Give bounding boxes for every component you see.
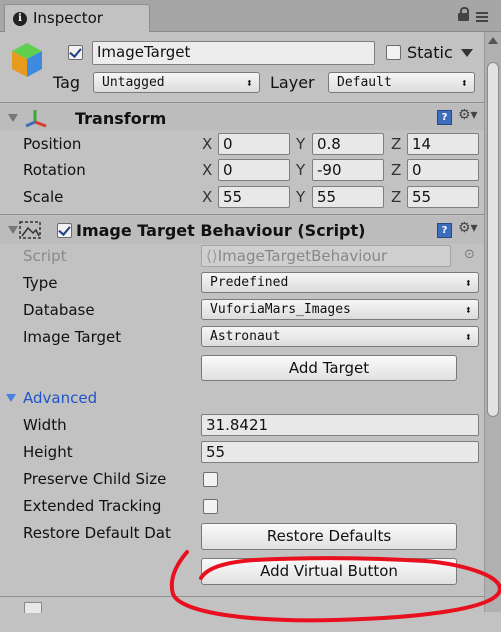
- rotation-x-input[interactable]: 0: [218, 159, 290, 181]
- behaviour-enabled-checkbox[interactable]: [57, 223, 72, 238]
- chevron-updown-icon: ⬍: [464, 303, 472, 317]
- script-value: ImageTargetBehaviour: [217, 247, 388, 265]
- scrollbar[interactable]: [484, 32, 501, 612]
- layer-value: Default: [337, 75, 392, 90]
- extended-tracking-checkbox[interactable]: [203, 499, 218, 514]
- type-label: Type: [23, 274, 58, 292]
- chevron-updown-icon: ⬍: [464, 330, 472, 344]
- database-label: Database: [23, 301, 95, 319]
- axis-x-label: X: [202, 161, 213, 179]
- tab-inspector-label: Inspector: [33, 9, 103, 27]
- type-dropdown[interactable]: Predefined ⬍: [201, 272, 479, 293]
- next-component-icon: [24, 602, 42, 613]
- help-icon[interactable]: ?: [437, 110, 452, 125]
- info-icon: i: [13, 12, 27, 26]
- position-label: Position: [23, 135, 82, 153]
- axis-y-label: Y: [296, 161, 306, 179]
- static-dropdown-icon[interactable]: [461, 49, 473, 57]
- tag-label: Tag: [53, 73, 81, 92]
- layer-label: Layer: [270, 73, 315, 92]
- position-z-input[interactable]: 14: [407, 133, 479, 155]
- rotation-label: Rotation: [23, 161, 86, 179]
- scroll-thumb[interactable]: [487, 62, 499, 417]
- image-target-value: Astronaut: [210, 329, 281, 344]
- chevron-updown-icon: ⬍: [245, 76, 253, 90]
- restore-defaults-button[interactable]: Restore Defaults: [201, 523, 457, 550]
- tab-bar: i Inspector: [0, 0, 501, 32]
- menu-icon[interactable]: [476, 12, 488, 22]
- chevron-updown-icon: ⬍: [464, 276, 472, 290]
- transform-header[interactable]: [0, 104, 484, 130]
- cube-icon: [12, 43, 42, 77]
- axis-z-label: Z: [391, 188, 402, 206]
- script-icon: [19, 221, 41, 239]
- advanced-foldout[interactable]: Advanced: [23, 389, 97, 407]
- axis-x-label: X: [202, 188, 213, 206]
- foldout-arrow-icon[interactable]: [8, 226, 18, 234]
- layer-dropdown[interactable]: Default ⬍: [328, 72, 475, 93]
- preserve-child-size-checkbox[interactable]: [203, 472, 218, 487]
- image-target-dropdown[interactable]: Astronaut ⬍: [201, 326, 479, 347]
- type-value: Predefined: [210, 275, 289, 290]
- height-label: Height: [23, 443, 73, 461]
- annotation-circle: [169, 550, 501, 623]
- gear-icon[interactable]: ⚙▾: [458, 107, 478, 123]
- scale-x-input[interactable]: 55: [218, 186, 290, 208]
- foldout-arrow-icon[interactable]: [6, 394, 16, 402]
- scale-y-input[interactable]: 55: [312, 186, 384, 208]
- script-field: ⟨⟩ImageTargetBehaviour: [201, 245, 451, 267]
- width-input[interactable]: 31.8421: [201, 414, 479, 436]
- height-input[interactable]: 55: [201, 441, 479, 463]
- script-file-icon: ⟨⟩: [206, 247, 218, 265]
- axis-y-label: Y: [296, 188, 306, 206]
- database-dropdown[interactable]: VuforiaMars_Images ⬍: [201, 299, 479, 320]
- foldout-arrow-icon[interactable]: [8, 114, 18, 122]
- divider: [0, 214, 484, 215]
- tag-dropdown[interactable]: Untagged ⬍: [93, 72, 260, 93]
- axis-z-label: Z: [391, 161, 402, 179]
- tag-value: Untagged: [102, 75, 165, 90]
- rotation-y-input[interactable]: -90: [312, 159, 384, 181]
- chevron-updown-icon: ⬍: [460, 76, 468, 90]
- rotation-z-input[interactable]: 0: [407, 159, 479, 181]
- restore-default-label: Restore Default Dat: [23, 524, 171, 542]
- preserve-child-size-label: Preserve Child Size: [23, 470, 167, 488]
- image-target-label: Image Target: [23, 328, 122, 346]
- transform-title: Transform: [75, 109, 167, 128]
- object-active-checkbox[interactable]: [68, 45, 83, 60]
- tab-inspector[interactable]: i Inspector: [4, 4, 150, 32]
- scale-z-input[interactable]: 55: [407, 186, 479, 208]
- axis-z-label: Z: [391, 135, 402, 153]
- gear-icon[interactable]: ⚙▾: [458, 220, 478, 236]
- scroll-up-icon[interactable]: [488, 37, 498, 44]
- database-value: VuforiaMars_Images: [210, 302, 351, 317]
- static-label: Static: [407, 43, 453, 62]
- width-label: Width: [23, 416, 67, 434]
- position-x-input[interactable]: 0: [218, 133, 290, 155]
- transform-axes-icon: [25, 110, 47, 128]
- static-checkbox[interactable]: [386, 45, 401, 60]
- scale-label: Scale: [23, 188, 64, 206]
- behaviour-title: Image Target Behaviour (Script): [76, 221, 366, 240]
- axis-x-label: X: [202, 135, 213, 153]
- add-target-button[interactable]: Add Target: [201, 355, 457, 381]
- lock-icon[interactable]: [458, 7, 469, 21]
- extended-tracking-label: Extended Tracking: [23, 497, 162, 515]
- position-y-input[interactable]: 0.8: [312, 133, 384, 155]
- script-label: Script: [23, 247, 67, 265]
- help-icon[interactable]: ?: [437, 223, 452, 238]
- object-name-input[interactable]: ImageTarget: [92, 41, 375, 65]
- object-picker-icon[interactable]: ⊙: [464, 247, 475, 262]
- axis-y-label: Y: [296, 135, 306, 153]
- divider: [0, 102, 484, 103]
